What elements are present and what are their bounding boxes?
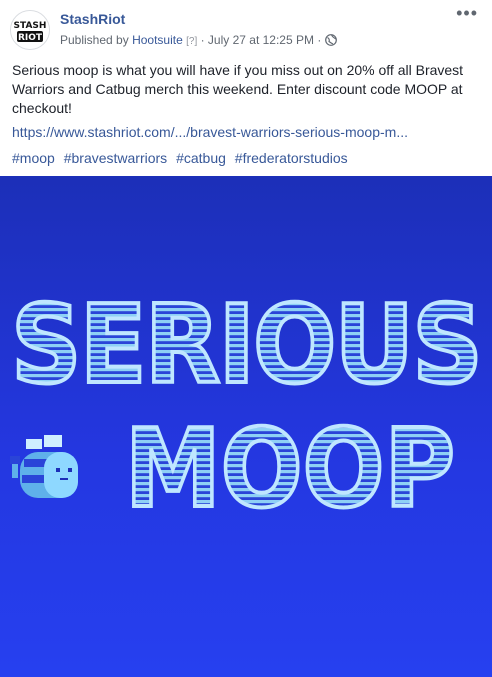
serious-title: SERIOUS <box>11 283 481 408</box>
svg-text:RIOT: RIOT <box>18 33 43 43</box>
published-by-label: Published by <box>60 33 129 47</box>
help-marker[interactable]: [?] <box>186 36 197 47</box>
post-message: Serious moop is what you will have if yo… <box>12 62 464 116</box>
publisher-link[interactable]: Hootsuite <box>132 33 183 47</box>
facebook-post: STASH RIOT StashRiot Published by Hootsu… <box>0 0 492 677</box>
post-header: STASH RIOT StashRiot Published by Hootsu… <box>0 0 492 58</box>
post-link[interactable]: https://www.stashriot.com/.../bravest-wa… <box>12 124 482 140</box>
hashtag-link[interactable]: #moop <box>12 150 55 166</box>
hashtag-link[interactable]: #frederatorstudios <box>235 150 348 166</box>
svg-text:STASH: STASH <box>14 21 47 31</box>
meta-separator: · <box>200 33 205 47</box>
serious-moop-artwork: SERIOUS MOOP <box>9 281 485 534</box>
post-image[interactable]: SERIOUS MOOP <box>0 176 492 677</box>
stashriot-logo: STASH RIOT <box>11 11 49 49</box>
moop-title: MOOP <box>125 407 455 532</box>
post-meta: Published by Hootsuite [?] · July 27 at … <box>60 33 337 47</box>
hashtag-link[interactable]: #catbug <box>176 150 226 166</box>
catbug-icon <box>10 435 78 498</box>
page-name-link[interactable]: StashRiot <box>60 11 125 27</box>
globe-icon[interactable] <box>324 34 337 46</box>
hashtag-list: #moop #bravestwarriors #catbug #frederat… <box>12 150 353 166</box>
avatar[interactable]: STASH RIOT <box>10 10 50 50</box>
meta-separator-2: · <box>317 33 322 47</box>
timestamp-link[interactable]: July 27 at 12:25 PM <box>208 33 314 47</box>
hashtag-link[interactable]: #bravestwarriors <box>64 150 167 166</box>
more-options-icon[interactable]: ••• <box>456 4 478 22</box>
